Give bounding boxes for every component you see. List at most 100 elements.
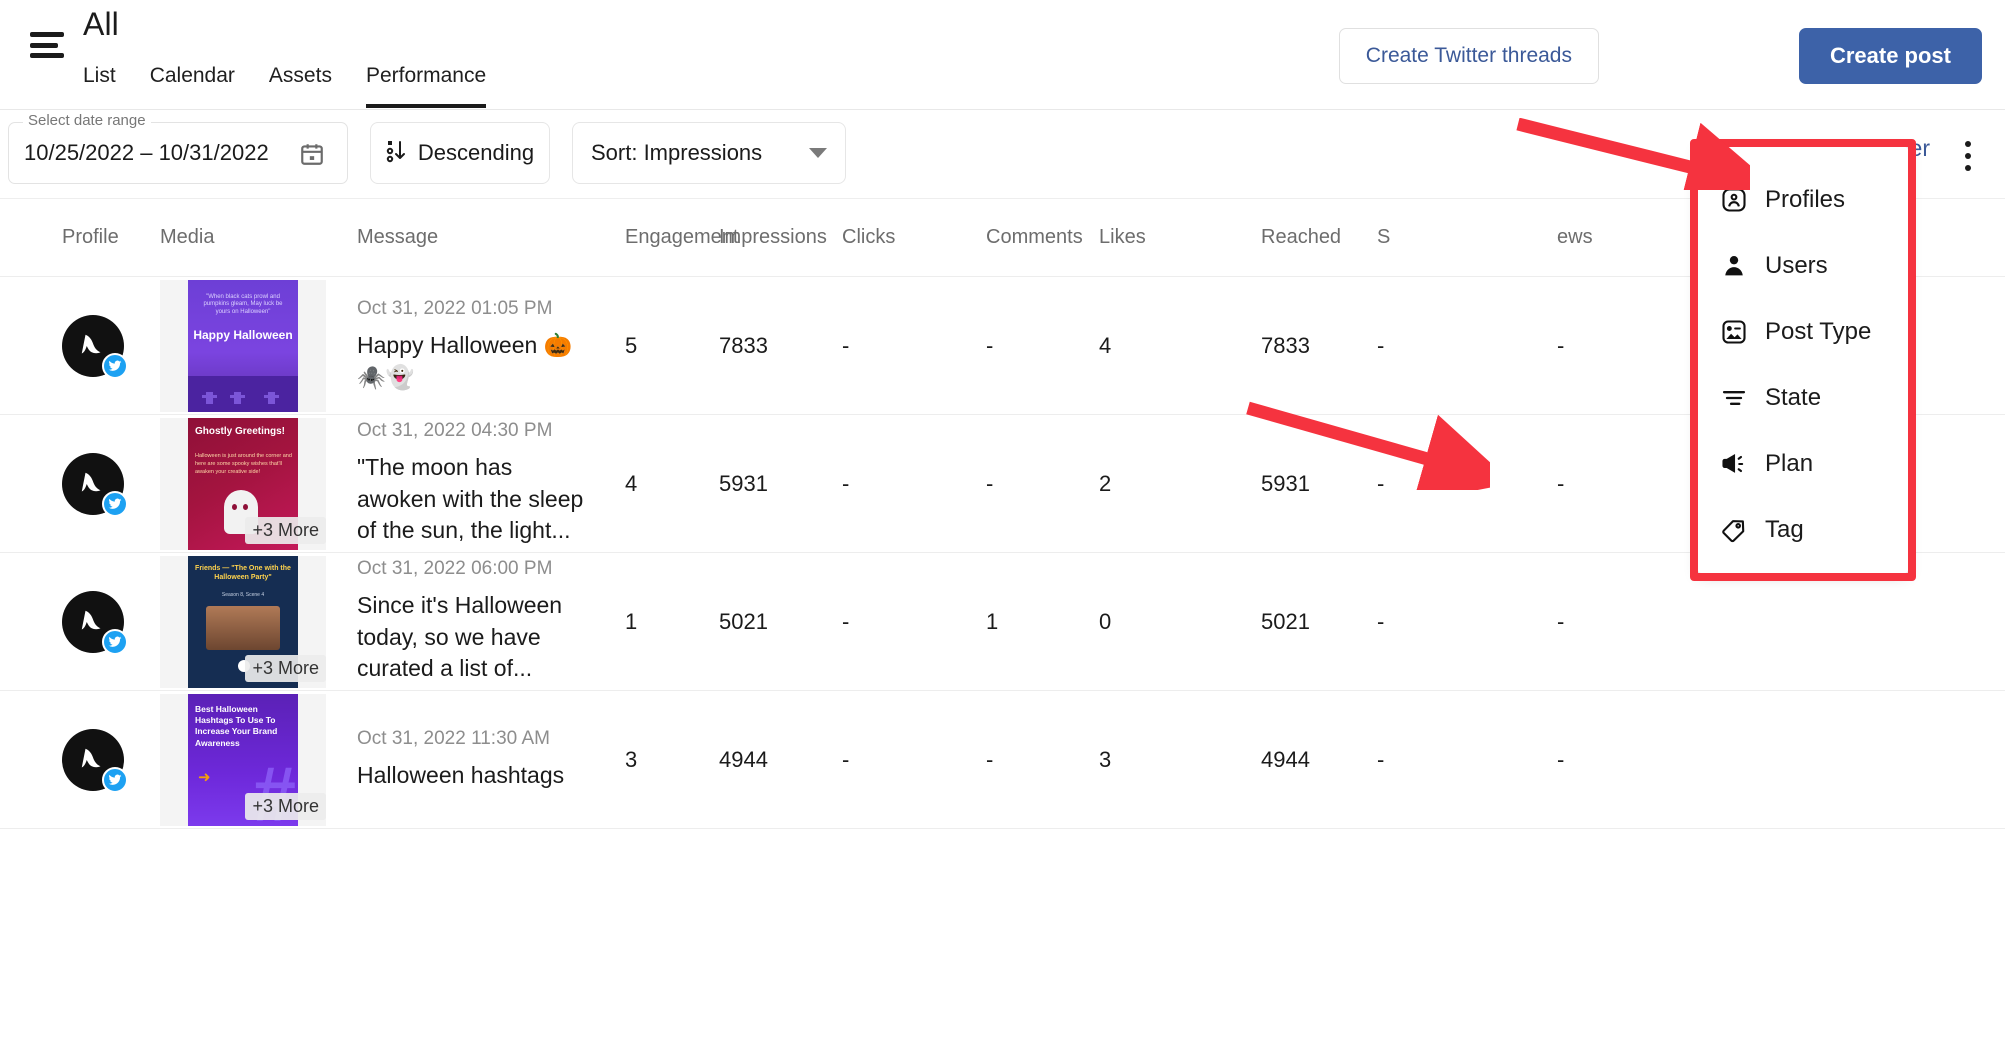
row-message-cell: Oct 31, 2022 11:30 AM Halloween hashtags <box>357 728 597 792</box>
filter-menu-label: Users <box>1765 252 1828 279</box>
filter-menu-label: Profiles <box>1765 186 1846 213</box>
cell-impressions: 4944 <box>719 746 768 772</box>
media-thumbnail[interactable]: Friends — "The One with the Halloween Pa… <box>160 555 326 688</box>
filter-menu-label: Plan <box>1765 450 1814 477</box>
column-header-views: ews <box>1557 226 1593 248</box>
filter-lines-icon <box>1720 384 1748 412</box>
post-date: Oct 31, 2022 01:05 PM <box>357 297 553 319</box>
media-more-badge[interactable]: +3 More <box>245 792 326 820</box>
cell-engagement: 3 <box>625 746 638 772</box>
sort-descending-icon <box>386 138 408 169</box>
twitter-icon <box>102 490 128 517</box>
cell-engagement: 1 <box>625 608 638 634</box>
cell-clicks: - <box>842 470 850 496</box>
thumb-title: Friends — "The One with the Halloween Pa… <box>195 564 291 581</box>
post-date: Oct 31, 2022 06:00 PM <box>357 557 553 579</box>
performance-page: All List Calendar Assets Performance Cre… <box>0 0 2005 1050</box>
kebab-menu-icon[interactable] <box>1953 136 1983 176</box>
tab-calendar[interactable]: Calendar <box>150 65 235 108</box>
row-profile-cell <box>0 314 160 379</box>
post-message: Since it's Halloween today, so we have c… <box>357 591 563 682</box>
row-profile-cell <box>0 452 160 517</box>
image-square-icon <box>1720 318 1748 346</box>
column-header-engagement: Engagement <box>625 226 739 248</box>
date-range-value: 10/25/2022 – 10/31/2022 <box>24 140 269 165</box>
avatar <box>62 452 128 517</box>
filter-menu-label: Tag <box>1765 516 1804 543</box>
cell-impressions: 7833 <box>719 332 768 358</box>
calendar-icon[interactable] <box>299 141 325 167</box>
cell-clicks: - <box>842 332 850 358</box>
cell-clicks: - <box>842 746 850 772</box>
media-thumbnail[interactable]: Ghostly Greetings! Halloween is just aro… <box>160 417 326 550</box>
cell-reached: 4944 <box>1261 746 1310 772</box>
row-media-cell[interactable]: # Best Halloween Hashtags To Use To Incr… <box>160 693 357 826</box>
media-thumbnail[interactable]: "When black cats prowl and pumpkins glea… <box>160 279 326 412</box>
cell-views: - <box>1557 746 1565 772</box>
row-media-cell[interactable]: Ghostly Greetings! Halloween is just aro… <box>160 417 357 550</box>
filter-menu-label: State <box>1765 384 1822 411</box>
filter-menu-label: Post Type <box>1765 318 1872 345</box>
tag-icon <box>1720 516 1748 544</box>
tab-assets[interactable]: Assets <box>269 65 332 108</box>
filter-menu-item-users[interactable]: Users <box>1698 233 1908 299</box>
thumb-title: Ghostly Greetings! <box>195 425 286 437</box>
column-header-profile: Profile <box>62 226 119 248</box>
thumb-quote: Season 8, Scene 4 <box>221 591 265 598</box>
media-more-badge[interactable]: +3 More <box>245 516 326 544</box>
sort-direction-button[interactable]: Descending <box>370 122 550 184</box>
tab-bar: List Calendar Assets Performance <box>83 44 487 108</box>
media-more-badge[interactable]: +3 More <box>245 654 326 682</box>
tab-list[interactable]: List <box>83 65 116 108</box>
filter-menu-item-profiles[interactable]: Profiles <box>1698 167 1908 233</box>
user-icon <box>1720 252 1748 280</box>
cell-engagement: 4 <box>625 470 638 496</box>
filter-menu-item-plan[interactable]: Plan <box>1698 431 1908 497</box>
post-message: "The moon has awoken with the sleep of t… <box>357 453 584 544</box>
filter-menu-item-state[interactable]: State <box>1698 365 1908 431</box>
post-message: Happy Halloween 🎃🕷️👻 <box>357 331 573 390</box>
create-post-button[interactable]: Create post <box>1798 28 1982 84</box>
cell-reached: 7833 <box>1261 332 1310 358</box>
cell-likes: 3 <box>1099 746 1112 772</box>
sort-by-label: Sort: Impressions <box>591 140 763 165</box>
cell-engagement: 5 <box>625 332 638 358</box>
table-row[interactable]: # Best Halloween Hashtags To Use To Incr… <box>0 691 2005 829</box>
column-header-comments: Comments <box>986 226 1083 248</box>
thumb-quote: Halloween is just around the corner and … <box>195 452 292 476</box>
avatar <box>62 728 128 793</box>
cell-shares: - <box>1377 608 1385 634</box>
row-media-cell[interactable]: "When black cats prowl and pumpkins glea… <box>160 279 357 412</box>
tab-performance[interactable]: Performance <box>365 65 487 108</box>
cell-reached: 5021 <box>1261 608 1310 634</box>
cell-comments: - <box>986 746 994 772</box>
row-media-cell[interactable]: Friends — "The One with the Halloween Pa… <box>160 555 357 688</box>
column-header-likes: Likes <box>1099 226 1146 248</box>
media-thumbnail[interactable]: # Best Halloween Hashtags To Use To Incr… <box>160 693 326 826</box>
row-message-cell: Oct 31, 2022 06:00 PM Since it's Hallowe… <box>357 558 597 685</box>
cell-views: - <box>1557 470 1565 496</box>
post-date: Oct 31, 2022 04:30 PM <box>357 419 553 441</box>
sort-by-dropdown[interactable]: Sort: Impressions <box>572 122 846 184</box>
cell-shares: - <box>1377 470 1385 496</box>
row-profile-cell <box>0 728 160 793</box>
create-twitter-threads-button[interactable]: Create Twitter threads <box>1338 28 1599 84</box>
cell-likes: 0 <box>1099 608 1112 634</box>
date-range-picker[interactable]: Select date range 10/25/2022 – 10/31/202… <box>8 112 348 184</box>
chevron-down-icon <box>809 148 827 158</box>
twitter-icon <box>102 628 128 655</box>
cell-impressions: 5021 <box>719 608 768 634</box>
filter-menu-item-tag[interactable]: Tag <box>1698 497 1908 563</box>
row-message-cell: Oct 31, 2022 04:30 PM "The moon has awok… <box>357 420 597 547</box>
megaphone-icon <box>1720 450 1748 478</box>
post-date: Oct 31, 2022 11:30 AM <box>357 727 550 749</box>
hamburger-icon[interactable] <box>30 32 64 58</box>
sort-direction-label: Descending <box>417 140 535 165</box>
cell-impressions: 5931 <box>719 470 768 496</box>
filter-menu-item-post-type[interactable]: Post Type <box>1698 299 1908 365</box>
top-bar: All List Calendar Assets Performance Cre… <box>0 0 2005 110</box>
date-range-legend: Select date range <box>23 112 151 129</box>
add-filter-dropdown: Profiles Users Post Type State Plan Tag <box>1697 146 1909 574</box>
twitter-icon <box>102 766 128 793</box>
cell-views: - <box>1557 332 1565 358</box>
